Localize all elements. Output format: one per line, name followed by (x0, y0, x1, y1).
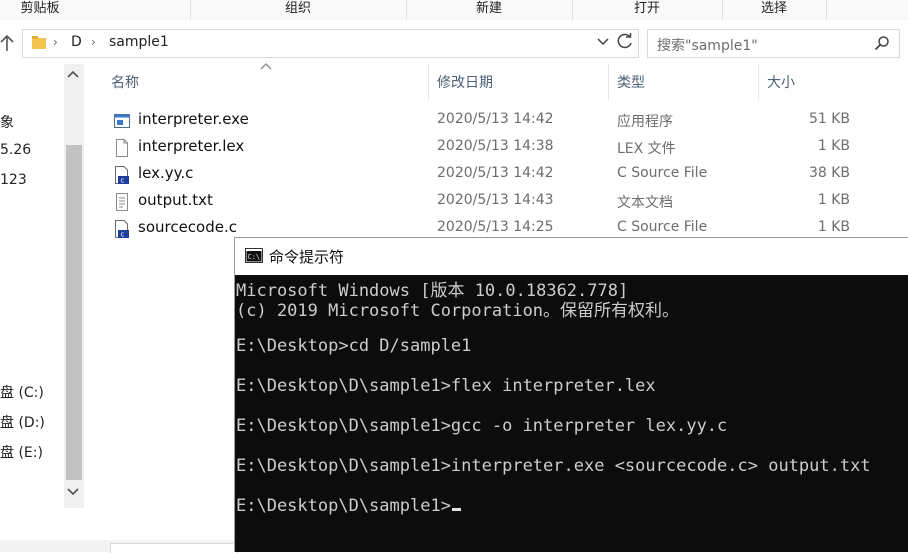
file-date: 2020/5/13 14:43 (437, 192, 554, 208)
nav-item-drive-d[interactable]: 盘 (D:) (0, 412, 45, 432)
file-row[interactable]: output.txt 2020/5/13 14:43 文本文档 1 KB (100, 188, 870, 215)
file-size: 1 KB (817, 138, 850, 154)
search-input[interactable]: 搜索"sample1" (657, 35, 758, 55)
ribbon-group-labels: 剪贴板 组织 新建 打开 选择 (0, 0, 908, 20)
nav-pane-scroll-thumb[interactable] (66, 145, 82, 480)
file-type: 应用程序 (617, 114, 673, 130)
command-prompt-icon: C:\ (245, 248, 263, 263)
sort-ascending-icon (260, 60, 272, 73)
navigation-bar: › D › sample1 搜索"sample1" (0, 28, 908, 60)
ribbon-group-organize: 组织 (284, 1, 311, 16)
file-size: 51 KB (808, 111, 850, 127)
chevron-right-icon[interactable]: › (91, 35, 96, 49)
refresh-icon[interactable] (616, 32, 634, 55)
file-date: 2020/5/13 14:42 (437, 165, 554, 181)
file-date: 2020/5/13 14:42 (437, 111, 554, 127)
file-name[interactable]: sourcecode.c (138, 218, 237, 236)
column-divider[interactable] (608, 64, 609, 100)
console-prompt: E:\Desktop\D\sample1> (236, 496, 451, 516)
search-box[interactable]: 搜索"sample1" (647, 29, 900, 58)
file-type: C Source File (617, 219, 708, 235)
text-file-icon (116, 193, 128, 211)
column-header-type[interactable]: 类型 (617, 72, 645, 92)
column-divider[interactable] (428, 64, 429, 100)
column-header-name[interactable]: 名称 (111, 72, 139, 92)
file-date: 2020/5/13 14:25 (437, 219, 554, 235)
console-line: E:\Desktop\D\sample1>interpreter.exe <so… (236, 456, 871, 476)
exe-file-icon (114, 114, 130, 128)
console-line: (c) 2019 Microsoft Corporation。保留所有权利。 (236, 301, 680, 321)
cmd-title: 命令提示符 (269, 248, 345, 266)
ribbon-group-open: 打开 (633, 1, 660, 16)
search-icon[interactable] (874, 35, 890, 51)
file-name[interactable]: lex.yy.c (138, 164, 193, 182)
file-size: 38 KB (808, 165, 850, 181)
command-prompt-window[interactable]: C:\ 命令提示符 Microsoft Windows [版本 10.0.183… (234, 237, 908, 552)
text-cursor (451, 508, 461, 511)
console-line: E:\Desktop\D\sample1>flex interpreter.le… (236, 376, 656, 396)
file-type: LEX 文件 (617, 141, 676, 157)
svg-text:c: c (121, 177, 125, 185)
file-type: 文本文档 (617, 195, 673, 211)
file-name[interactable]: output.txt (138, 191, 213, 209)
console-output[interactable]: Microsoft Windows [版本 10.0.18362.778] (c… (235, 276, 908, 552)
file-date: 2020/5/13 14:38 (437, 138, 554, 154)
up-arrow-icon[interactable] (0, 34, 16, 54)
console-prompt-line[interactable]: E:\Desktop\D\sample1> (236, 496, 461, 516)
generic-file-icon (116, 139, 128, 157)
nav-item-objects[interactable]: 象 (0, 112, 14, 132)
svg-text:c: c (121, 231, 125, 239)
nav-item-drive-c[interactable]: 盘 (C:) (0, 382, 44, 402)
ribbon-group-select: 选择 (760, 1, 787, 16)
chevron-down-icon[interactable] (597, 35, 609, 50)
file-type: C Source File (617, 165, 708, 181)
file-name[interactable]: interpreter.exe (138, 110, 249, 128)
nav-item-drive-e[interactable]: 盘 (E:) (0, 442, 43, 462)
file-row[interactable]: interpreter.exe 2020/5/13 14:42 应用程序 51 … (100, 107, 870, 134)
console-line: E:\Desktop\D\sample1>gcc -o interpreter … (236, 416, 728, 436)
file-row[interactable]: c lex.yy.c 2020/5/13 14:42 C Source File… (100, 161, 870, 188)
column-header-date[interactable]: 修改日期 (437, 72, 493, 92)
chevron-right-icon[interactable]: › (53, 35, 58, 49)
file-size: 1 KB (817, 192, 850, 208)
scroll-down-icon[interactable] (66, 486, 80, 500)
folder-icon (32, 36, 46, 49)
svg-text:C:\: C:\ (248, 253, 261, 261)
c-file-icon: c (115, 166, 129, 185)
file-size: 1 KB (817, 219, 850, 235)
file-name[interactable]: interpreter.lex (138, 137, 244, 155)
breadcrumb-d[interactable]: D (71, 34, 82, 50)
nav-item-123[interactable]: 123 (0, 172, 27, 188)
nav-item-5-26[interactable]: 5.26 (0, 142, 31, 158)
ribbon-divider (826, 0, 827, 20)
scroll-up-icon[interactable] (66, 68, 80, 82)
column-header-size[interactable]: 大小 (767, 72, 795, 92)
column-divider[interactable] (758, 64, 759, 100)
c-file-icon: c (115, 220, 129, 239)
file-row[interactable]: interpreter.lex 2020/5/13 14:38 LEX 文件 1… (100, 134, 870, 161)
ribbon-group-clipboard: 剪贴板 (20, 1, 60, 16)
ribbon-group-new: 新建 (475, 1, 502, 16)
cmd-title-bar[interactable]: C:\ 命令提示符 (235, 238, 908, 275)
console-line: E:\Desktop>cd D/sample1 (236, 336, 472, 356)
breadcrumb-sample1[interactable]: sample1 (109, 34, 169, 50)
address-bar[interactable]: › D › sample1 (22, 29, 639, 58)
